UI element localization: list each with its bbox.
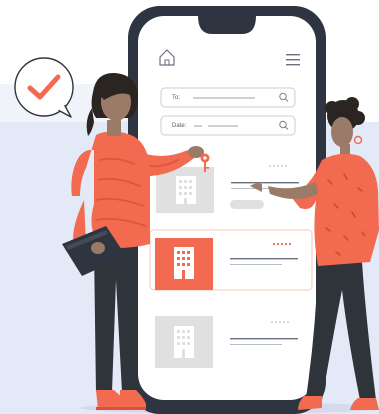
illustration-scene: To: Date: <box>0 0 379 414</box>
to-field[interactable] <box>160 87 296 108</box>
phone-notch <box>198 16 256 34</box>
to-label: To: <box>172 95 181 101</box>
date-label: Date: <box>172 123 187 129</box>
illustration-canvas <box>0 0 379 414</box>
face <box>331 117 353 147</box>
checkmark-bubble <box>14 57 74 118</box>
hotel-result-2[interactable] <box>149 229 313 291</box>
